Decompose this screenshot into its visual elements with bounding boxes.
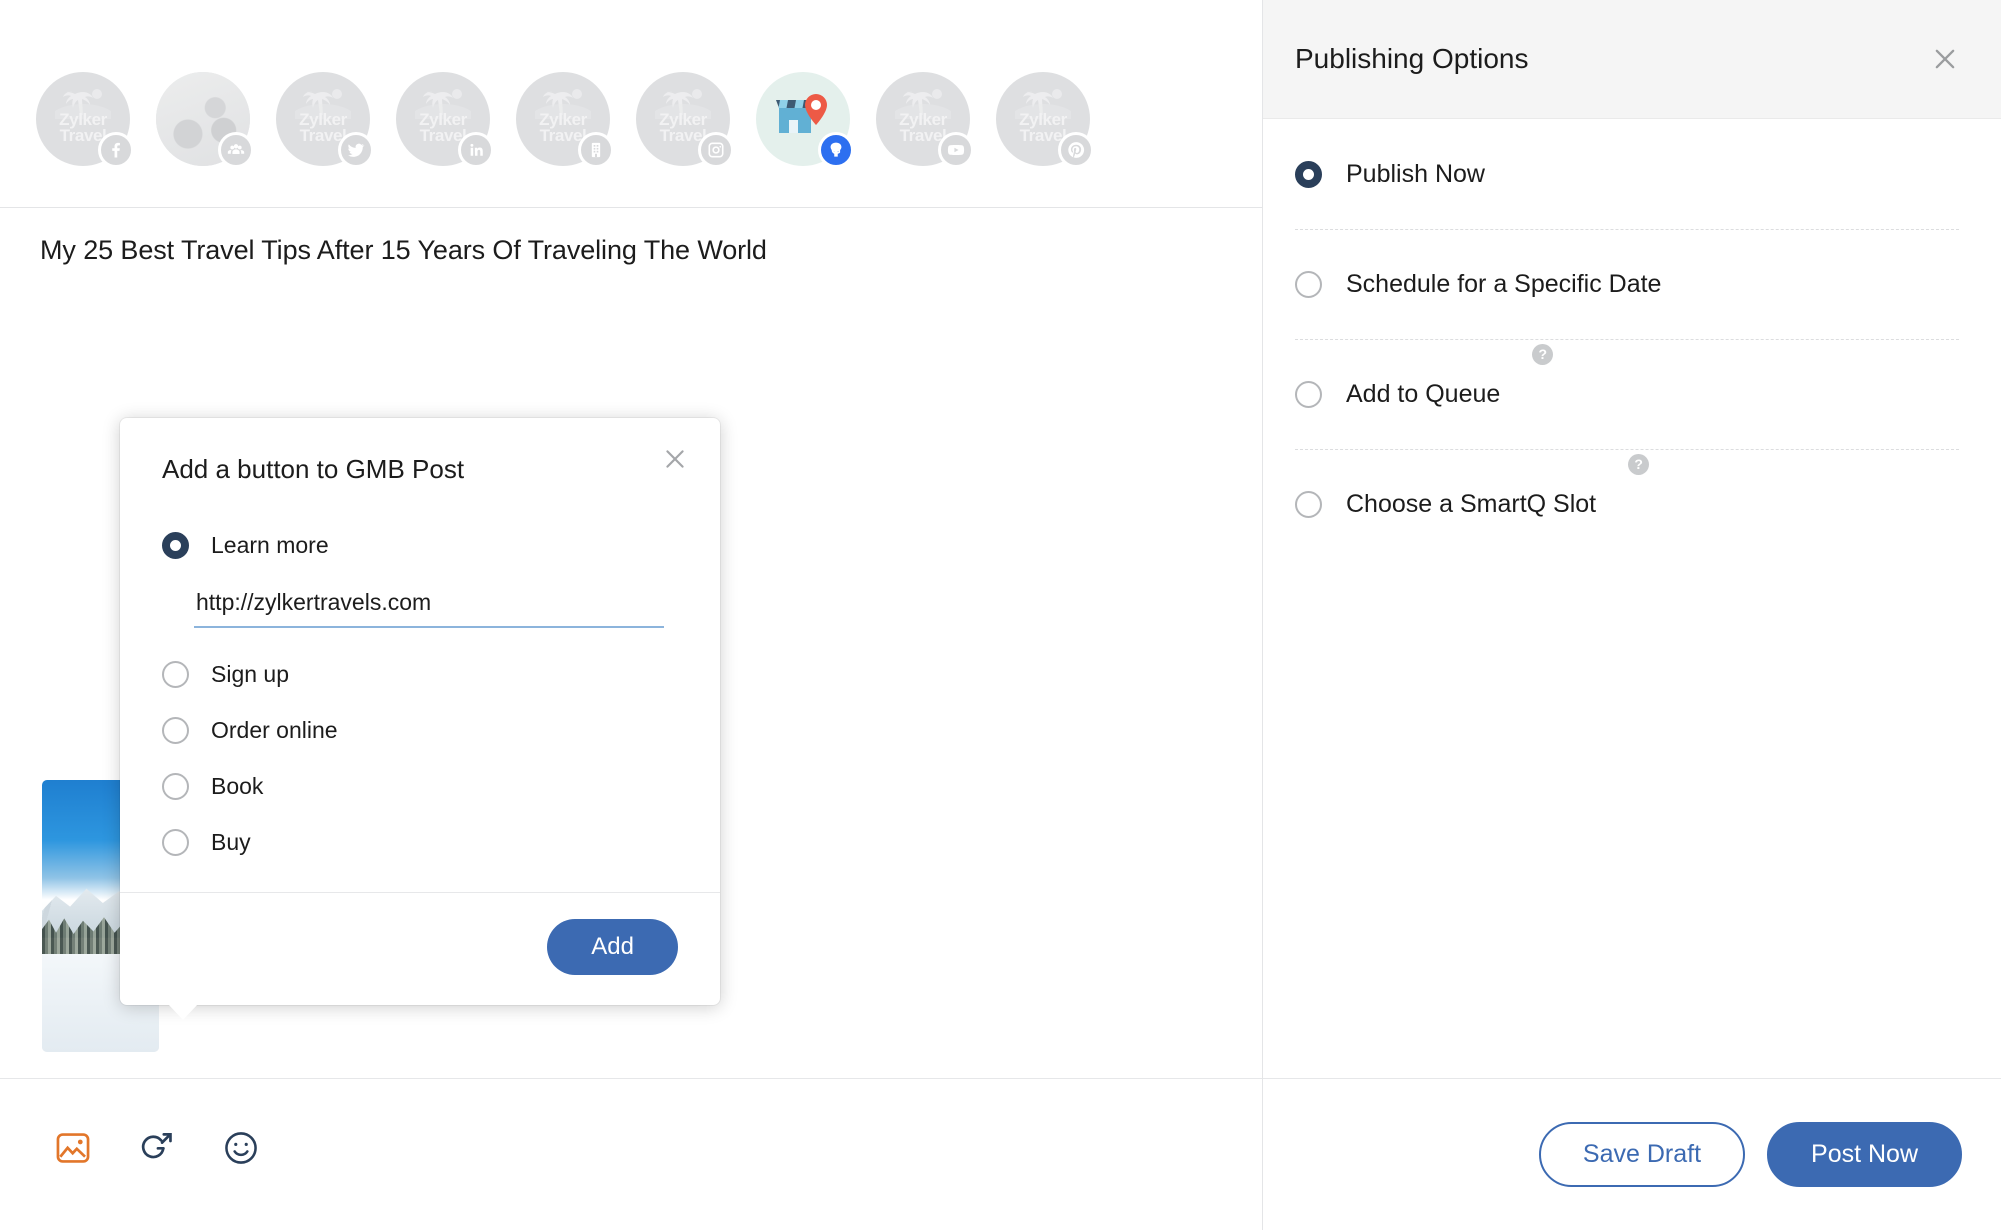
avatar-logo-text: Zylker Travel — [659, 109, 707, 145]
composer-pane: Zylker Travel Zylker Travel Zylker Travel Z… — [0, 0, 1262, 1230]
composer-tool-group — [52, 1127, 262, 1169]
cta-url-field — [194, 585, 664, 628]
social-accounts-bar: Zylker Travel Zylker Travel Zylker Travel Z… — [0, 0, 1262, 208]
network-badge-instagram — [698, 132, 734, 168]
cta-option-list: Learn more Sign up Order online Book Buy — [162, 517, 678, 870]
publishing-option-add-to-queue[interactable]: Add to Queue? — [1295, 339, 1959, 449]
radio-button[interactable] — [1295, 491, 1322, 518]
publishing-option-list: Publish Now Schedule for a Specific Date A… — [1263, 119, 2001, 559]
gmb-button-popover: Add a button to GMB Post Learn more Sign … — [120, 418, 720, 1020]
avatar-logo-text: Zylker Travel — [899, 109, 947, 145]
avatar-logo-text: Zylker Travel — [1019, 109, 1067, 145]
close-icon[interactable] — [656, 440, 694, 478]
radio-button[interactable] — [1295, 381, 1322, 408]
account-avatar-instagram[interactable]: Zylker Travel — [636, 72, 734, 168]
post-composer-screen: Zylker Travel Zylker Travel Zylker Travel Z… — [0, 0, 2001, 1230]
publishing-option-label: Choose a SmartQ Slot — [1346, 490, 1597, 518]
panel-footer: Save Draft Post Now — [1263, 1078, 2001, 1230]
publishing-option-label: Publish Now — [1346, 159, 1485, 188]
cta-option-label: Order online — [211, 716, 338, 743]
panel-header: Publishing Options — [1263, 0, 2001, 119]
publishing-option-label: Schedule for a Specific Date — [1346, 270, 1662, 298]
popover-tail — [168, 1004, 198, 1020]
account-avatar-linkedin-page[interactable]: Zylker Travel — [516, 72, 614, 168]
emoji-icon[interactable] — [220, 1127, 262, 1169]
avatar-logo-text: Zylker Travel — [59, 109, 107, 145]
cta-option-sign-up[interactable]: Sign up — [162, 646, 678, 702]
panel-title: Publishing Options — [1295, 43, 1529, 74]
popover-title: Add a button to GMB Post — [162, 454, 465, 484]
popover-footer: Add — [120, 892, 720, 1005]
radio-button[interactable] — [162, 772, 189, 800]
radio-button[interactable] — [1295, 160, 1322, 188]
account-avatar-list: Zylker Travel Zylker Travel Zylker Travel Z… — [36, 72, 1094, 168]
network-badge-youtube — [938, 132, 974, 168]
cta-option-order-online[interactable]: Order online — [162, 702, 678, 758]
publishing-option-publish-now[interactable]: Publish Now — [1295, 119, 1959, 229]
cta-option-buy[interactable]: Buy — [162, 814, 678, 870]
publishing-option-choose-a-smartq-slot[interactable]: Choose a SmartQ Slot? — [1295, 449, 1959, 559]
account-avatar-gbusiness[interactable] — [156, 72, 254, 168]
account-avatar-facebook[interactable]: Zylker Travel — [36, 72, 134, 168]
account-avatar-youtube[interactable]: Zylker Travel — [876, 72, 974, 168]
account-avatar-twitter[interactable]: Zylker Travel — [276, 72, 374, 168]
account-avatar-linkedin[interactable]: Zylker Travel — [396, 72, 494, 168]
cta-option-label: Sign up — [211, 660, 290, 687]
cta-option-label: Book — [211, 772, 264, 799]
account-avatar-gmb[interactable]: G — [756, 72, 854, 168]
network-badge-twitter — [338, 132, 374, 168]
cta-option-label: Learn more — [211, 531, 329, 558]
radio-button[interactable] — [1295, 271, 1322, 298]
cta-option-learn-more[interactable]: Learn more — [162, 517, 678, 573]
network-badge-gbusiness — [218, 132, 254, 168]
cta-option-book[interactable]: Book — [162, 758, 678, 814]
avatar-logo-text: Zylker Travel — [539, 109, 587, 145]
save-draft-button[interactable]: Save Draft — [1538, 1122, 1746, 1187]
help-icon[interactable]: ? — [1628, 454, 1650, 475]
radio-button[interactable] — [162, 660, 189, 688]
publishing-option-schedule-for-a-specific-date[interactable]: Schedule for a Specific Date — [1295, 229, 1959, 339]
avatar-logo-text: Zylker Travel — [419, 109, 467, 145]
network-badge-facebook — [98, 132, 134, 168]
avatar-logo-text: Zylker Travel — [299, 109, 347, 145]
popover-body: Add a button to GMB Post Learn more Sign … — [120, 418, 720, 870]
composer-toolbar — [0, 1078, 1262, 1230]
post-now-button[interactable]: Post Now — [1767, 1122, 1962, 1187]
network-badge-pinterest — [1058, 132, 1094, 168]
svg-text:G: G — [831, 143, 841, 157]
image-icon[interactable] — [52, 1127, 94, 1169]
help-icon[interactable]: ? — [1532, 344, 1554, 365]
cta-url-input[interactable] — [194, 585, 664, 628]
publishing-option-label: Add to Queue — [1346, 380, 1501, 408]
close-icon[interactable] — [1925, 39, 1965, 79]
network-badge-gmb: G — [818, 132, 854, 168]
network-badge-linkedin-page — [578, 132, 614, 168]
post-title: My 25 Best Travel Tips After 15 Years Of… — [40, 235, 767, 265]
account-avatar-pinterest[interactable]: Zylker Travel — [996, 72, 1094, 168]
publishing-options-panel: Publishing Options Publish Now Schedule f… — [1262, 0, 2001, 1230]
gmb-cta-icon[interactable] — [136, 1127, 178, 1169]
radio-button[interactable] — [162, 531, 189, 559]
add-button[interactable]: Add — [547, 919, 678, 975]
network-badge-linkedin — [458, 132, 494, 168]
radio-button[interactable] — [162, 716, 189, 744]
cta-option-label: Buy — [211, 828, 251, 855]
radio-button[interactable] — [162, 828, 189, 856]
